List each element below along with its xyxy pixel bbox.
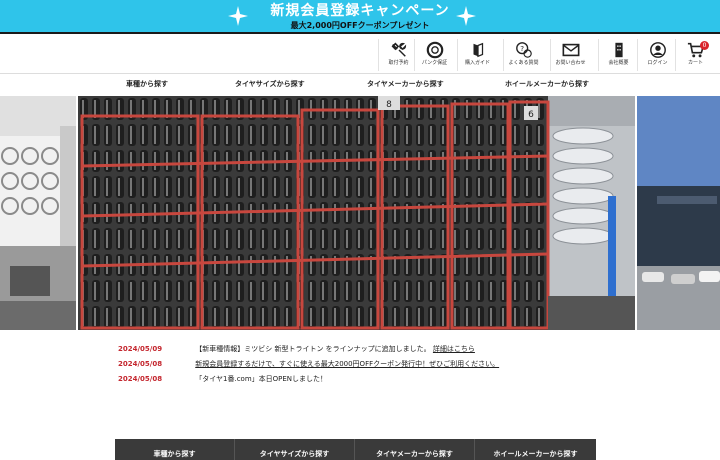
news-text: 【新車種情報】ミツビシ 新型トライトン をラインナップに追加しました。 [195, 345, 431, 353]
bottom-category-nav: 車種から探す タイヤサイズから探す タイヤメーカーから探す ホイールメーカーから… [115, 439, 596, 460]
tire-icon [426, 41, 443, 59]
header-link-company[interactable]: 会社概要 [598, 39, 638, 71]
news-date: 2024/05/08 [118, 360, 163, 368]
header-link-cart[interactable]: カート 0 [675, 39, 715, 71]
campaign-banner[interactable]: 新規会員登録キャンペーン 最大2,000円OFFクーポンプレゼント [0, 0, 720, 34]
header-link-label: カート [687, 60, 703, 66]
news-date: 2024/05/09 [118, 345, 163, 353]
wrench-icon [391, 42, 406, 57]
header-link-label: パンク保証 [421, 60, 448, 66]
news-text[interactable]: 新規会員登録するだけで、すぐに使える最大2000円OFFクーポン発行中！ぜひご利… [195, 360, 499, 368]
nav-search-by-tire-maker[interactable]: タイヤメーカーから探す [367, 74, 444, 94]
header-link-label: 会社概要 [608, 60, 629, 66]
mail-icon [562, 43, 579, 57]
rack-number-label: 6 [528, 110, 534, 120]
hero-slide-building[interactable] [637, 96, 720, 330]
building-image [637, 96, 720, 330]
building-icon [614, 42, 623, 58]
bottom-nav-search-by-tire-maker[interactable]: タイヤメーカーから探す [355, 439, 475, 460]
header-link-puncture-warranty[interactable]: パンク保証 [414, 39, 454, 71]
header-link-label: ログイン [647, 60, 668, 66]
news-detail-link[interactable]: 詳細はこちら [433, 345, 475, 353]
banner-title: 新規会員登録キャンペーン [270, 3, 450, 19]
bottom-nav-search-by-car[interactable]: 車種から探す [115, 439, 235, 460]
cart-count-badge: 0 [700, 41, 709, 50]
header-link-label: 購入ガイド [464, 60, 490, 66]
header-link-label: 取付予約 [388, 60, 409, 66]
header-link-label: よくある質問 [508, 60, 539, 66]
header-link-faq[interactable]: ? よくある質問 [503, 39, 543, 71]
header-link-contact[interactable]: お問い合わせ [550, 39, 590, 71]
nav-search-by-tire-size[interactable]: タイヤサイズから探す [235, 74, 305, 94]
hero-carousel[interactable]: 8 6 [0, 96, 720, 330]
bottom-nav-search-by-tire-size[interactable]: タイヤサイズから探す [235, 439, 355, 460]
sparkle-icon [456, 6, 476, 26]
news-text: 「タイヤ1番.com」本日OPENしました！ [195, 375, 328, 383]
sparkle-icon [228, 6, 248, 26]
bottom-nav-search-by-wheel-maker[interactable]: ホイールメーカーから探す [475, 439, 596, 460]
showroom-image [0, 96, 76, 330]
nav-search-by-car[interactable]: 車種から探す [126, 74, 168, 94]
svg-text:?: ? [520, 44, 524, 53]
header-link-purchase-guide[interactable]: 購入ガイド [457, 39, 497, 71]
header-link-login[interactable]: ログイン [637, 39, 677, 71]
site-header: 取付予約 パンク保証 購入ガイド ? よくある質問 お問い合わせ 会社概要 ログ… [0, 36, 720, 74]
warehouse-image: 8 6 [78, 96, 635, 330]
news-item[interactable]: 2024/05/08 新規会員登録するだけで、すぐに使える最大2000円OFFク… [118, 357, 618, 372]
news-item: 2024/05/09 【新車種情報】ミツビシ 新型トライトン をラインナップに追… [118, 342, 618, 357]
user-icon [649, 42, 666, 58]
hero-slide-showroom[interactable] [0, 96, 76, 330]
news-item: 2024/05/08 「タイヤ1番.com」本日OPENしました！ [118, 372, 618, 387]
chat-question-icon: ? [515, 42, 532, 58]
news-date: 2024/05/08 [118, 375, 163, 383]
banner-subtitle: 最大2,000円OFFクーポンプレゼント [290, 21, 430, 30]
category-nav: 車種から探す タイヤサイズから探す タイヤメーカーから探す ホイールメーカーから… [0, 74, 720, 96]
nav-search-by-wheel-maker[interactable]: ホイールメーカーから探す [505, 74, 589, 94]
news-list: 2024/05/09 【新車種情報】ミツビシ 新型トライトン をラインナップに追… [118, 342, 618, 387]
header-link-label: お問い合わせ [555, 60, 586, 66]
rack-number-label: 8 [386, 100, 392, 110]
header-link-installation[interactable]: 取付予約 [378, 39, 418, 71]
hero-slide-warehouse[interactable]: 8 6 [78, 96, 635, 330]
book-icon [473, 42, 483, 58]
